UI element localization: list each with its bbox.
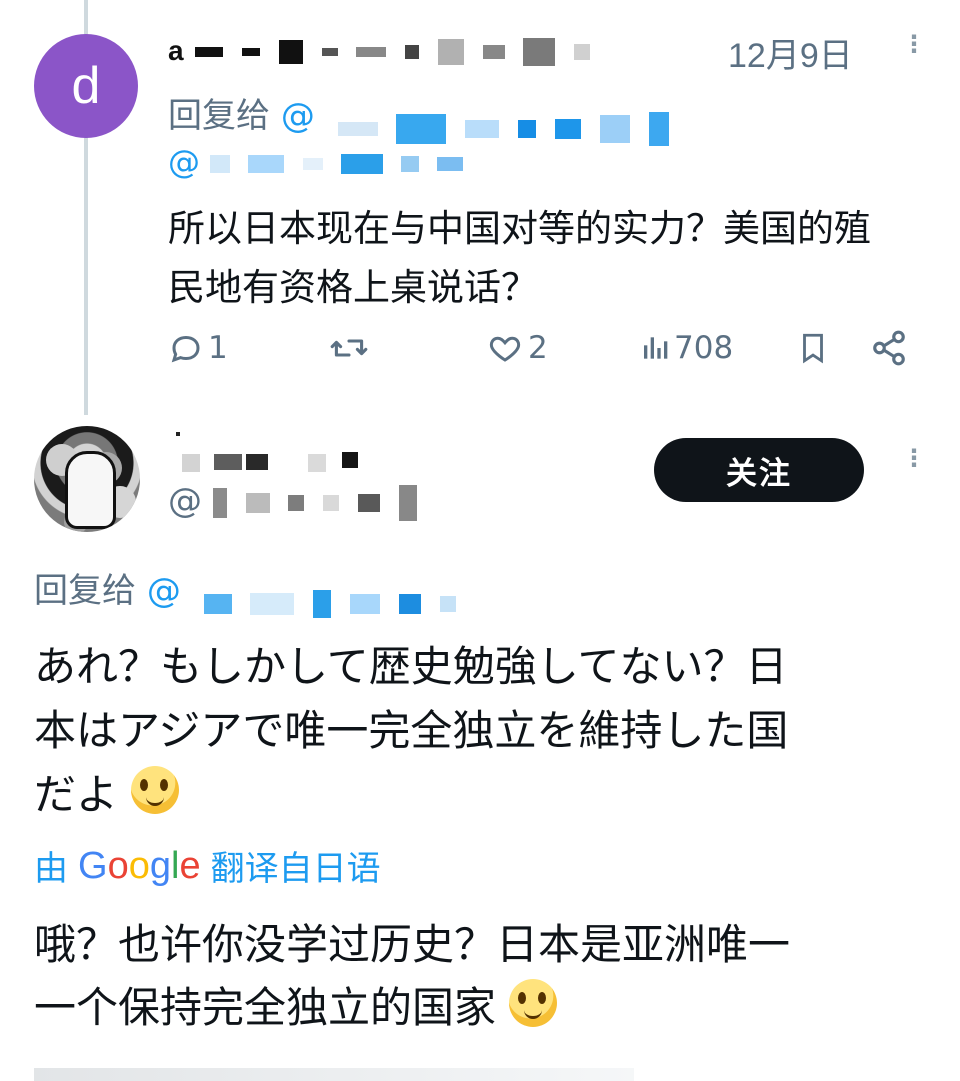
blur-fragment [340,154,383,174]
follow-button[interactable]: 关注 [654,438,864,502]
blurred-name [482,45,505,59]
bookmark-action[interactable] [796,325,830,370]
reply-icon [171,335,200,362]
blurred-name [356,47,387,57]
blurred-name [574,44,591,60]
mention-handle[interactable]: @ [147,571,181,611]
blur-fragment [337,122,378,136]
translation-attribution[interactable]: 由 Google 翻译自日语 [34,841,381,890]
original-tweet-text: あれ？もしかして歴史勉強してない？日 本はアジアで唯一完全独立を維持した国 だよ [34,635,914,827]
avatar[interactable]: d [34,34,138,138]
blurred-name [405,45,420,59]
display-name-redacted[interactable] [168,432,388,472]
blur-fragment [554,119,581,139]
more-vertical-icon[interactable]: ⋮ [902,32,926,78]
blur-fragment [396,114,447,144]
cropped-content-fade [34,1068,634,1081]
blur-fragment [302,158,323,170]
views-action[interactable]: 708 [640,325,733,370]
blur-fragment [245,492,270,513]
reply-to-line: 回复给 @ [34,563,464,618]
avatar-anime-portrait[interactable] [34,426,140,532]
tweet-text-line: 一个保持完全独立的国家 [34,976,934,1039]
blur-fragment [248,155,285,173]
view-count: 708 [674,329,734,366]
handle-prefix: @ [168,143,200,181]
reply-label: 回复给 [168,96,270,136]
blur-fragment [212,487,227,518]
blurred-name [437,39,464,65]
tweet-actions: 1 2 708 [168,325,928,370]
blur-fragment [246,454,268,470]
reply-to-line: 回复给 @ [168,88,677,146]
reply-action[interactable]: 1 [168,325,228,370]
blur-fragment [313,590,332,618]
tweet-text-fragment: 一个保持完全独立的国家 [34,983,497,1032]
share-action[interactable] [870,325,908,370]
bookmark-icon [803,333,823,363]
pleading-face-emoji [131,766,180,814]
like-count: 2 [528,329,548,366]
mention-handle[interactable]: @ [281,96,315,136]
blur-fragment [358,493,381,512]
blurred-name [321,48,338,56]
tweet-date[interactable]: 12月9日 [728,28,853,77]
tweet-text-line: だよ [34,763,914,827]
google-logo: Google [78,844,201,887]
thread-line [84,137,88,415]
translated-tweet-text: 哦？也许你没学过历史？日本是亚洲唯一 一个保持完全独立的国家 [34,913,934,1039]
share-icon [873,330,905,365]
blurred-name [195,47,224,57]
blur-fragment [182,454,200,472]
blur-fragment [342,452,358,468]
tweet-text-line: あれ？もしかして歴史勉強してない？日 [34,642,788,691]
blur-fragment [648,112,669,146]
blur-fragment [599,115,630,143]
blur-fragment [398,594,421,614]
like-action[interactable]: 2 [486,325,548,370]
blur-fragment [350,594,381,614]
blur-fragment [323,494,340,511]
blurred-handle [203,583,464,618]
blurred-name [523,38,556,66]
more-vertical-icon[interactable]: ⋮ [902,446,926,492]
retweet-icon [330,338,368,357]
tweet-text: 所以日本现在与中国对等的实力？美国的殖 民地有资格上桌说话？ [168,199,938,317]
retweet-action[interactable] [328,325,370,370]
blur-fragment [518,120,537,138]
translation-prefix: 由 [34,849,68,889]
blur-fragment [210,155,231,173]
blur-fragment [439,596,456,612]
tweet-text-fragment: だよ [34,770,119,819]
blur-fragment [308,454,326,472]
reply-label: 回复给 [34,571,136,611]
pleading-face-emoji [509,979,558,1027]
heart-icon [489,336,521,362]
blurred-name [278,40,303,64]
tweet-text-line: 本はアジアで唯一完全独立を維持した国 [34,706,789,755]
blurred-handle [337,108,677,146]
blur-fragment [203,594,232,614]
display-name-redacted[interactable]: a [168,34,598,67]
reply-count: 1 [208,329,228,366]
mention-handle-line-2[interactable]: @ [168,143,471,181]
blur-fragment [214,454,242,470]
handle-prefix: @ [168,481,202,521]
views-icon [644,336,668,359]
tweet-text-line: 所以日本现在与中国对等的实力？美国的殖 [168,207,871,250]
blur-fragment [176,432,180,436]
blur-fragment [288,494,305,511]
blur-fragment [437,157,464,171]
tweet-text-line: 民地有资格上桌说话？ [168,266,538,309]
tweet-text-line: 哦？也许你没学过历史？日本是亚洲唯一 [34,920,791,969]
blur-fragment [398,484,417,521]
blur-fragment [250,593,295,615]
blur-fragment [465,120,500,138]
translation-suffix: 翻译自日语 [210,849,381,889]
blur-fragment [400,156,419,172]
blurred-name [242,48,261,56]
redacted-name-fragment: a [168,35,185,66]
user-handle[interactable]: @ [168,481,425,521]
